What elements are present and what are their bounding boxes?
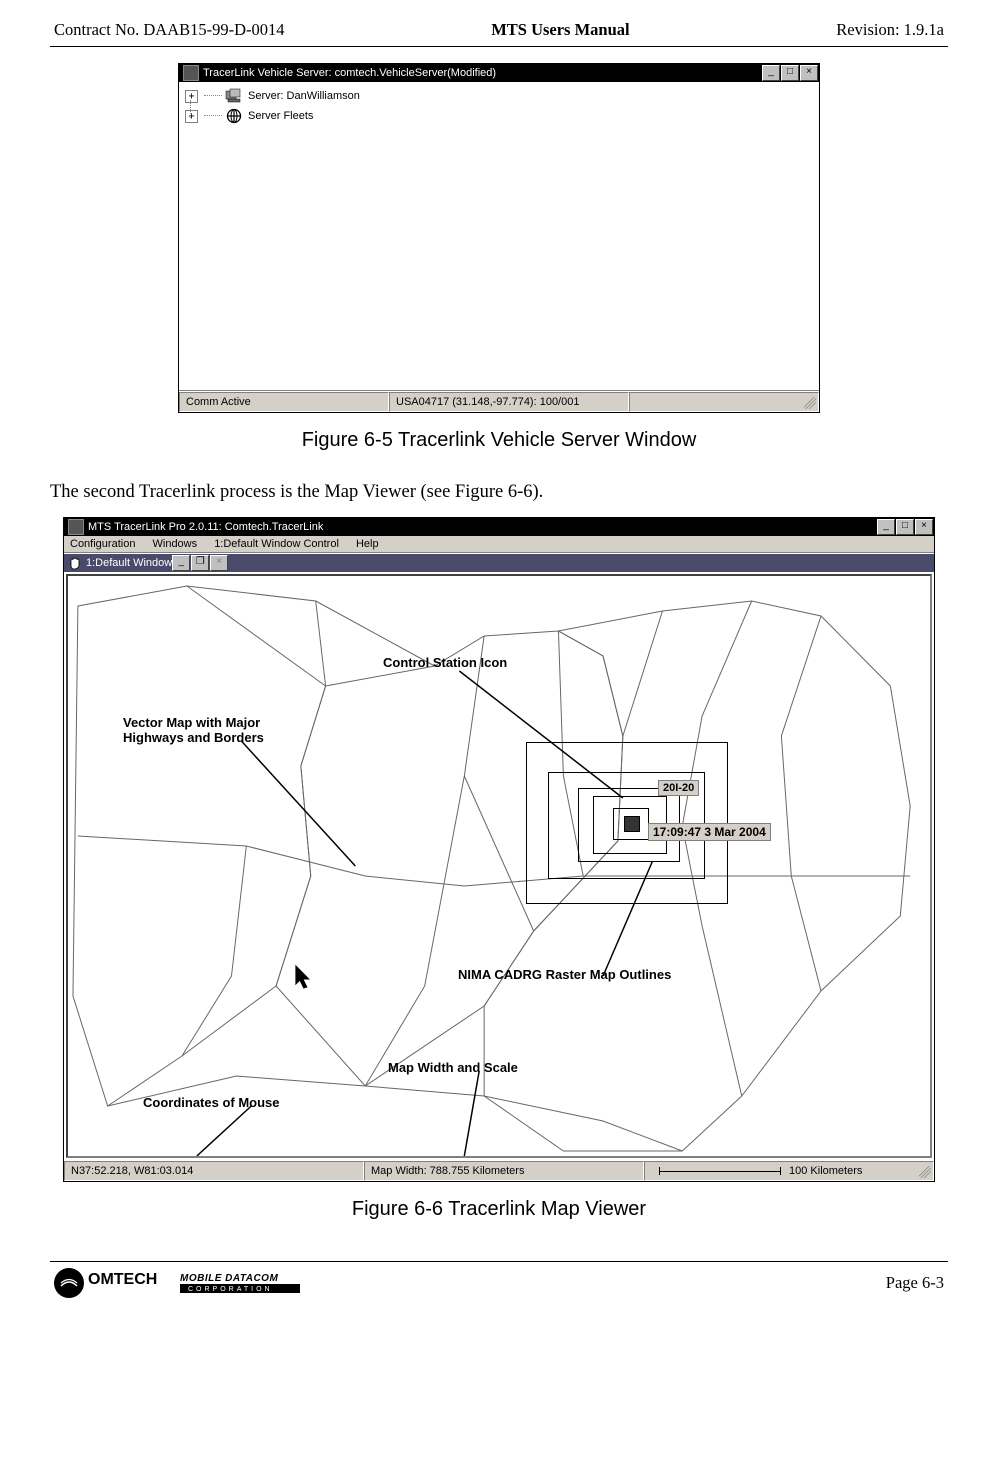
page-header: Contract No. DAAB15-99-D-0014 MTS Users … — [50, 20, 948, 46]
app-icon — [183, 65, 199, 81]
status-coords: USA04717 (31.148,-97.774): 100/001 — [389, 392, 629, 412]
menu-windows[interactable]: Windows — [153, 538, 198, 550]
maximize-button[interactable]: □ — [896, 519, 914, 535]
header-revision: Revision: 1.9.1a — [836, 20, 944, 40]
legend-vector-map: Vector Map with Major Highways and Borde… — [123, 716, 264, 746]
resize-grip-icon[interactable] — [919, 1166, 931, 1178]
legend-map-width: Map Width and Scale — [388, 1061, 518, 1076]
legend-control-station: Control Station Icon — [383, 656, 507, 671]
svg-text:OMTECH: OMTECH — [88, 1271, 157, 1288]
unit-id-tag[interactable]: 20I-20 — [658, 780, 699, 796]
control-station-icon[interactable] — [624, 816, 640, 832]
status-map-width: Map Width: 788.755 Kilometers — [364, 1161, 644, 1181]
tree-node-label: Server Fleets — [248, 110, 313, 122]
tree-node-server[interactable]: + Server: DanWilliamson — [185, 86, 813, 106]
window-titlebar[interactable]: TracerLink Vehicle Server: comtech.Vehic… — [179, 64, 819, 82]
window-titlebar[interactable]: MTS TracerLink Pro 2.0.11: Comtech.Trace… — [64, 518, 934, 536]
maximize-button[interactable]: □ — [781, 65, 799, 81]
window-title-text: TracerLink Vehicle Server: comtech.Vehic… — [203, 67, 496, 79]
svg-text:MOBILE DATACOM: MOBILE DATACOM — [180, 1273, 278, 1284]
hand-icon — [68, 556, 82, 570]
legend-text: Highways and Borders — [123, 730, 264, 745]
tree-node-label: Server: DanWilliamson — [248, 90, 360, 102]
legend-text: Vector Map with Major — [123, 715, 260, 730]
scale-bar-icon — [659, 1167, 781, 1175]
status-bar: N37:52.218, W81:03.014 Map Width: 788.75… — [64, 1160, 934, 1181]
page-number: Page 6-3 — [886, 1273, 944, 1293]
close-button[interactable]: × — [915, 519, 933, 535]
map-viewer-window: MTS TracerLink Pro 2.0.11: Comtech.Trace… — [63, 517, 935, 1182]
status-bar: Comm Active USA04717 (31.148,-97.774): 1… — [179, 391, 819, 412]
app-icon — [68, 519, 84, 535]
logo-text: OMTECH MOBILE DATACOM CORPORATION — [88, 1270, 348, 1296]
menu-help[interactable]: Help — [356, 538, 379, 550]
menu-bar[interactable]: Configuration Windows 1:Default Window C… — [64, 536, 934, 553]
footer-logo: OMTECH MOBILE DATACOM CORPORATION — [54, 1268, 348, 1298]
inner-window-titlebar[interactable]: 1:Default Window _ ❐ × — [64, 553, 934, 572]
scale-label: 100 Kilometers — [789, 1164, 862, 1178]
close-button[interactable]: × — [800, 65, 818, 81]
body-paragraph: The second Tracerlink process is the Map… — [50, 482, 948, 503]
page-footer: OMTECH MOBILE DATACOM CORPORATION Page 6… — [50, 1268, 948, 1298]
document-page: Contract No. DAAB15-99-D-0014 MTS Users … — [0, 0, 998, 1308]
footer-rule — [50, 1261, 948, 1262]
minimize-button[interactable]: _ — [877, 519, 895, 535]
restore-button[interactable]: ❐ — [191, 555, 209, 571]
status-empty — [629, 392, 819, 412]
inner-window-title-text: 1:Default Window — [86, 557, 172, 569]
status-comm: Comm Active — [179, 392, 389, 412]
menu-default-window-control[interactable]: 1:Default Window Control — [214, 538, 339, 550]
status-scale: 100 Kilometers — [644, 1161, 934, 1181]
close-button-disabled: × — [210, 555, 228, 571]
minimize-button[interactable]: _ — [762, 65, 780, 81]
legend-raster: NIMA CADRG Raster Map Outlines — [458, 968, 671, 983]
map-canvas[interactable]: 20I-20 17:09:47 3 Mar 2004 Control Stati… — [66, 574, 932, 1158]
globe-icon — [224, 108, 244, 124]
timestamp-tag: 17:09:47 3 Mar 2004 — [648, 823, 771, 841]
figure-caption: Figure 6-6 Tracerlink Map Viewer — [50, 1198, 948, 1221]
menu-configuration[interactable]: Configuration — [70, 538, 135, 550]
svg-text:CORPORATION: CORPORATION — [188, 1286, 273, 1293]
window-title-text: MTS TracerLink Pro 2.0.11: Comtech.Trace… — [88, 521, 323, 533]
figure-caption: Figure 6-5 Tracerlink Vehicle Server Win… — [50, 429, 948, 452]
server-icon — [224, 88, 244, 104]
tree-node-fleets[interactable]: + Server Fleets — [185, 106, 813, 126]
header-title: MTS Users Manual — [491, 20, 629, 40]
minimize-button[interactable]: _ — [172, 555, 190, 571]
header-contract: Contract No. DAAB15-99-D-0014 — [54, 20, 285, 40]
vehicle-server-window: TracerLink Vehicle Server: comtech.Vehic… — [178, 63, 820, 413]
resize-grip-icon[interactable] — [804, 397, 816, 409]
header-rule — [50, 46, 948, 47]
legend-coords: Coordinates of Mouse — [143, 1096, 280, 1111]
tree-view[interactable]: + Server: DanWilliamson + — [179, 82, 819, 391]
status-coords: N37:52.218, W81:03.014 — [64, 1161, 364, 1181]
logo-globe-icon — [54, 1268, 84, 1298]
